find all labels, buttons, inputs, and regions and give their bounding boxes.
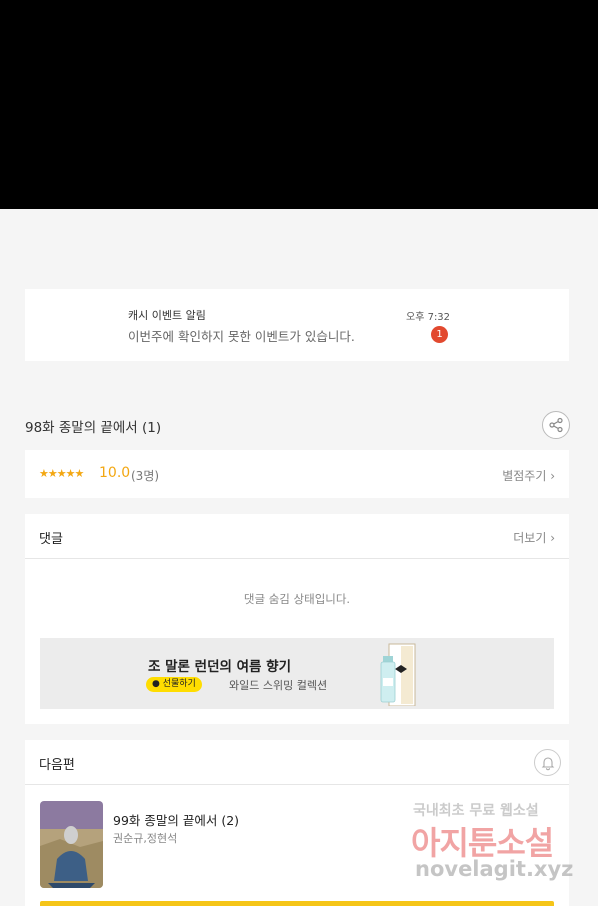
- notification-title: 캐시 이벤트 알림: [128, 309, 206, 322]
- bottom-action-bar[interactable]: [40, 901, 554, 906]
- comments-hidden-message: 댓글 숨김 상태입니다.: [243, 592, 351, 606]
- ad-headline: 조 말론 런던의 여름 향기: [148, 659, 291, 675]
- next-episode-section-title: 다음편: [39, 758, 75, 773]
- notify-button[interactable]: [534, 749, 561, 776]
- ad-subline: 와일드 스위밍 컬렉션: [229, 679, 328, 692]
- watermark-url: novelagit.xyz: [415, 857, 574, 881]
- episode-title: 98화 종말의 끝에서 (1): [25, 420, 162, 436]
- notification-badge: 1: [431, 326, 448, 343]
- share-button[interactable]: [542, 411, 570, 439]
- rating-count: (3명): [131, 469, 160, 483]
- next-episode-title[interactable]: 99화 종말의 끝에서 (2): [113, 810, 239, 829]
- perfume-bottle-image: [380, 643, 416, 706]
- next-episode-thumbnail[interactable]: [40, 801, 103, 888]
- notification-body: 이번주에 확인하지 못한 이벤트가 있습니다.: [128, 329, 355, 344]
- rating-score: 10.0: [99, 465, 131, 481]
- rating-card: ★★★★★ 10.0 (3명) 별점주기 ›: [25, 450, 569, 498]
- ad-gift-pill: ● 선물하기: [146, 677, 202, 692]
- ad-banner[interactable]: 조 말론 런던의 여름 향기 ● 선물하기 와일드 스위밍 컬렉션: [40, 638, 554, 709]
- notification-card[interactable]: 캐시 이벤트 알림 이번주에 확인하지 못한 이벤트가 있습니다. 오후 7:3…: [25, 289, 569, 361]
- star-rating-icon: ★★★★★: [39, 467, 84, 480]
- next-episode-header: 다음편: [25, 740, 569, 785]
- share-icon: [549, 417, 563, 433]
- comments-title: 댓글: [39, 532, 63, 547]
- watermark-line1: 국내최초 무료 웹소설: [413, 803, 539, 819]
- next-episode-authors: 권순규,정현석: [113, 832, 178, 845]
- rate-button[interactable]: 별점주기 ›: [502, 467, 555, 484]
- bell-icon: [541, 756, 554, 770]
- comments-more-button[interactable]: 더보기 ›: [513, 529, 555, 546]
- comments-header: 댓글 더보기 ›: [25, 514, 569, 559]
- top-black-region: [0, 0, 598, 209]
- comments-card: 댓글 더보기 › 댓글 숨김 상태입니다. 조 말론 런던의 여름 향기 ● 선…: [25, 514, 569, 724]
- notification-time: 오후 7:32: [406, 312, 451, 323]
